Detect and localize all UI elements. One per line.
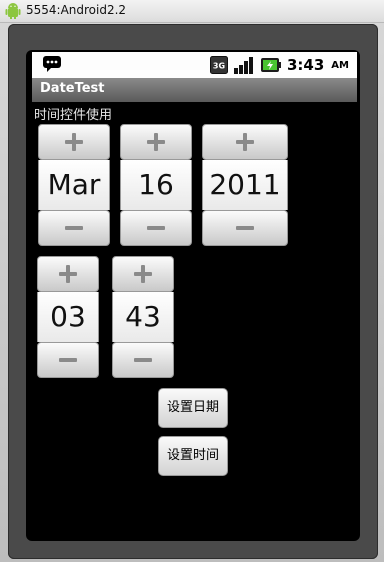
hour-increment-button[interactable] (37, 256, 99, 292)
minus-icon (134, 351, 152, 369)
year-increment-button[interactable] (202, 124, 288, 160)
content-label: 时间控件使用 (34, 108, 113, 123)
minute-spinner: 43 (112, 256, 174, 378)
day-value[interactable]: 16 (120, 160, 192, 210)
plus-icon (134, 265, 152, 283)
status-bar: 3G 3:43 AM (32, 52, 357, 78)
year-decrement-button[interactable] (202, 210, 288, 246)
year-spinner: 2011 (202, 124, 288, 246)
status-time: 3:43 (286, 56, 325, 74)
minus-icon (236, 219, 254, 237)
hour-decrement-button[interactable] (37, 342, 99, 378)
signal-bars-icon (233, 57, 253, 74)
minus-icon (59, 351, 77, 369)
plus-icon (236, 133, 254, 151)
month-spinner: Mar (38, 124, 110, 246)
window-title: 5554:Android2.2 (26, 3, 127, 17)
status-right-group: 3G 3:43 AM (209, 54, 349, 76)
minute-value[interactable]: 43 (112, 292, 174, 342)
status-ampm: AM (331, 59, 349, 71)
day-spinner: 16 (120, 124, 192, 246)
month-increment-button[interactable] (38, 124, 110, 160)
minute-increment-button[interactable] (112, 256, 174, 292)
battery-charging-icon (260, 58, 281, 72)
day-increment-button[interactable] (120, 124, 192, 160)
plus-icon (59, 265, 77, 283)
window-titlebar: 5554:Android2.2 (0, 0, 384, 23)
month-decrement-button[interactable] (38, 210, 110, 246)
hour-spinner: 03 (37, 256, 99, 378)
app-content: 时间控件使用 Mar 16 2011 03 43 设置日期 设置时间 (32, 102, 357, 538)
plus-icon (147, 133, 165, 151)
network-badge-label: 3G (213, 61, 225, 70)
chat-bubble-icon[interactable] (42, 55, 62, 73)
set-time-button[interactable]: 设置时间 (158, 436, 228, 476)
month-value[interactable]: Mar (38, 160, 110, 210)
plus-icon (65, 133, 83, 151)
minus-icon (65, 219, 83, 237)
hour-value[interactable]: 03 (37, 292, 99, 342)
year-value[interactable]: 2011 (202, 160, 288, 210)
app-title: DateTest (40, 81, 105, 96)
set-date-button[interactable]: 设置日期 (158, 388, 228, 428)
app-titlebar: DateTest (32, 78, 357, 103)
emulator-window: 5554:Android2.2 3G 3:43 AM DateTest 时间控件… (0, 0, 384, 562)
minus-icon (147, 219, 165, 237)
day-decrement-button[interactable] (120, 210, 192, 246)
android-robot-icon (5, 3, 21, 19)
3g-icon: 3G (209, 56, 228, 74)
minute-decrement-button[interactable] (112, 342, 174, 378)
